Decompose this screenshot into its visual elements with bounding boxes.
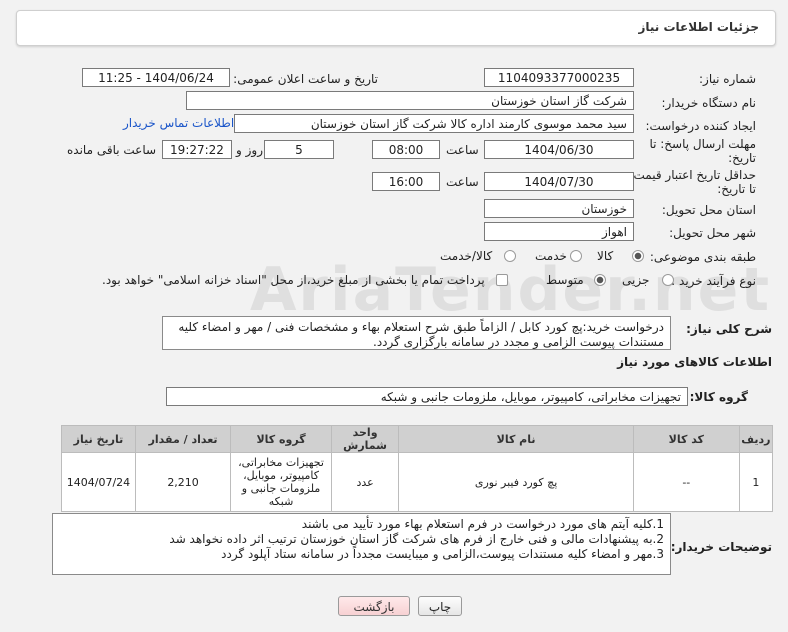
- watermark: AriaTender.net: [250, 255, 772, 325]
- page-title: جزئیات اطلاعات نیاز: [638, 20, 759, 34]
- deadline-time-field[interactable]: 08:00: [372, 140, 440, 159]
- process-option-medium: متوسط: [546, 273, 584, 287]
- goods-section-title: اطلاعات کالاهای مورد نیاز: [617, 355, 772, 369]
- announce-label: تاریخ و ساعت اعلان عمومی:: [233, 72, 378, 86]
- treasury-checkbox[interactable]: [496, 274, 508, 286]
- description-label: شرح کلی نیاز:: [686, 322, 772, 336]
- province-label: استان محل تحویل:: [661, 203, 756, 217]
- category-radio-goods-service[interactable]: [504, 250, 516, 262]
- goods-table: ردیف کد کالا نام کالا واحد شمارش گروه کا…: [61, 425, 774, 512]
- days-field[interactable]: 5: [264, 140, 334, 159]
- category-option-service: خدمت: [535, 249, 567, 263]
- province-field[interactable]: خوزستان: [484, 199, 634, 218]
- buyer-org-label: نام دستگاه خریدار:: [661, 96, 757, 110]
- cell-name: پچ کورد فیبر نوری: [398, 452, 634, 512]
- remaining-time-field[interactable]: 19:27:22: [162, 140, 232, 159]
- category-label: طبقه بندی موضوعی:: [649, 250, 756, 264]
- cell-row: 1: [738, 452, 774, 512]
- announce-field[interactable]: 1404/06/24 - 11:25: [82, 68, 230, 87]
- buyer-notes-label: توضیحات خریدار:: [670, 540, 772, 554]
- validity-time-field[interactable]: 16:00: [372, 172, 440, 191]
- payment-note: پرداخت تمام یا بخشی از مبلغ خرید،از محل …: [102, 273, 485, 287]
- city-label: شهر محل تحویل:: [669, 226, 756, 240]
- process-radio-minor[interactable]: [662, 274, 674, 286]
- deadline-label: مهلت ارسال پاسخ: تا: [649, 137, 756, 151]
- contact-buyer-link[interactable]: اطلاعات تماس خریدار: [123, 116, 234, 130]
- description-textarea[interactable]: درخواست خرید:پچ کورد کابل / الزاماً طبق …: [162, 316, 671, 350]
- table-row[interactable]: 1 -- پچ کورد فیبر نوری عدد تجهیزات مخابر…: [61, 452, 774, 512]
- table-header-row: ردیف کد کالا نام کالا واحد شمارش گروه کا…: [61, 425, 774, 453]
- cell-code: --: [632, 452, 740, 512]
- creator-field[interactable]: سید محمد موسوی کارمند اداره کالا شرکت گا…: [234, 114, 634, 133]
- goods-group-field[interactable]: تجهیزات مخابراتی، کامپیوتر، موبایل، ملزو…: [166, 387, 688, 406]
- process-label: نوع فرآیند خرید :: [671, 274, 756, 288]
- deadline-time-label: ساعت: [446, 143, 479, 157]
- col-code: کد کالا: [632, 425, 740, 453]
- cell-qty: 2,210: [134, 452, 232, 512]
- process-radio-medium[interactable]: [594, 274, 606, 286]
- validity-label-2: تا تاریخ:: [717, 182, 756, 196]
- col-unit: واحد شمارش: [330, 425, 400, 453]
- back-button[interactable]: بازگشت: [338, 596, 410, 616]
- col-row: ردیف: [738, 425, 774, 453]
- remaining-label: ساعت باقی مانده: [67, 143, 157, 157]
- category-option-goods: کالا: [597, 249, 614, 263]
- cell-group: تجهیزات مخابراتی، کامپیوتر، موبایل، ملزو…: [230, 452, 332, 512]
- col-qty: تعداد / مقدار: [134, 425, 232, 453]
- need-number-field[interactable]: 1104093377000235: [484, 68, 634, 87]
- creator-label: ایجاد کننده درخواست:: [645, 119, 756, 133]
- buyer-notes-textarea[interactable]: 1.کلیه آیتم های مورد درخواست در فرم استع…: [52, 513, 671, 575]
- process-option-minor: جزیی: [622, 273, 650, 287]
- category-radio-goods[interactable]: [632, 250, 644, 262]
- need-number-label: شماره نیاز:: [699, 72, 756, 86]
- goods-group-label: گروه کالا:: [689, 390, 748, 404]
- col-name: نام کالا: [398, 425, 634, 453]
- print-button[interactable]: چاپ: [418, 596, 462, 616]
- category-radio-service[interactable]: [570, 250, 582, 262]
- validity-date-field[interactable]: 1404/07/30: [484, 172, 634, 191]
- cell-unit: عدد: [330, 452, 400, 512]
- validity-label: حداقل تاریخ اعتبار قیمت:: [629, 168, 756, 182]
- deadline-date-field[interactable]: 1404/06/30: [484, 140, 634, 159]
- days-label: روز و: [236, 143, 263, 157]
- category-option-goods-service: کالا/خدمت: [440, 249, 493, 263]
- buyer-org-field[interactable]: شرکت گاز استان خوزستان: [186, 91, 634, 110]
- header-panel: جزئیات اطلاعات نیاز: [16, 10, 776, 46]
- cell-date: 1404/07/24: [61, 452, 136, 512]
- col-date: تاریخ نیاز: [61, 425, 136, 453]
- validity-time-label: ساعت: [446, 175, 479, 189]
- city-field[interactable]: اهواز: [484, 222, 634, 241]
- col-group: گروه کالا: [230, 425, 332, 453]
- deadline-label-2: تاریخ:: [728, 151, 756, 165]
